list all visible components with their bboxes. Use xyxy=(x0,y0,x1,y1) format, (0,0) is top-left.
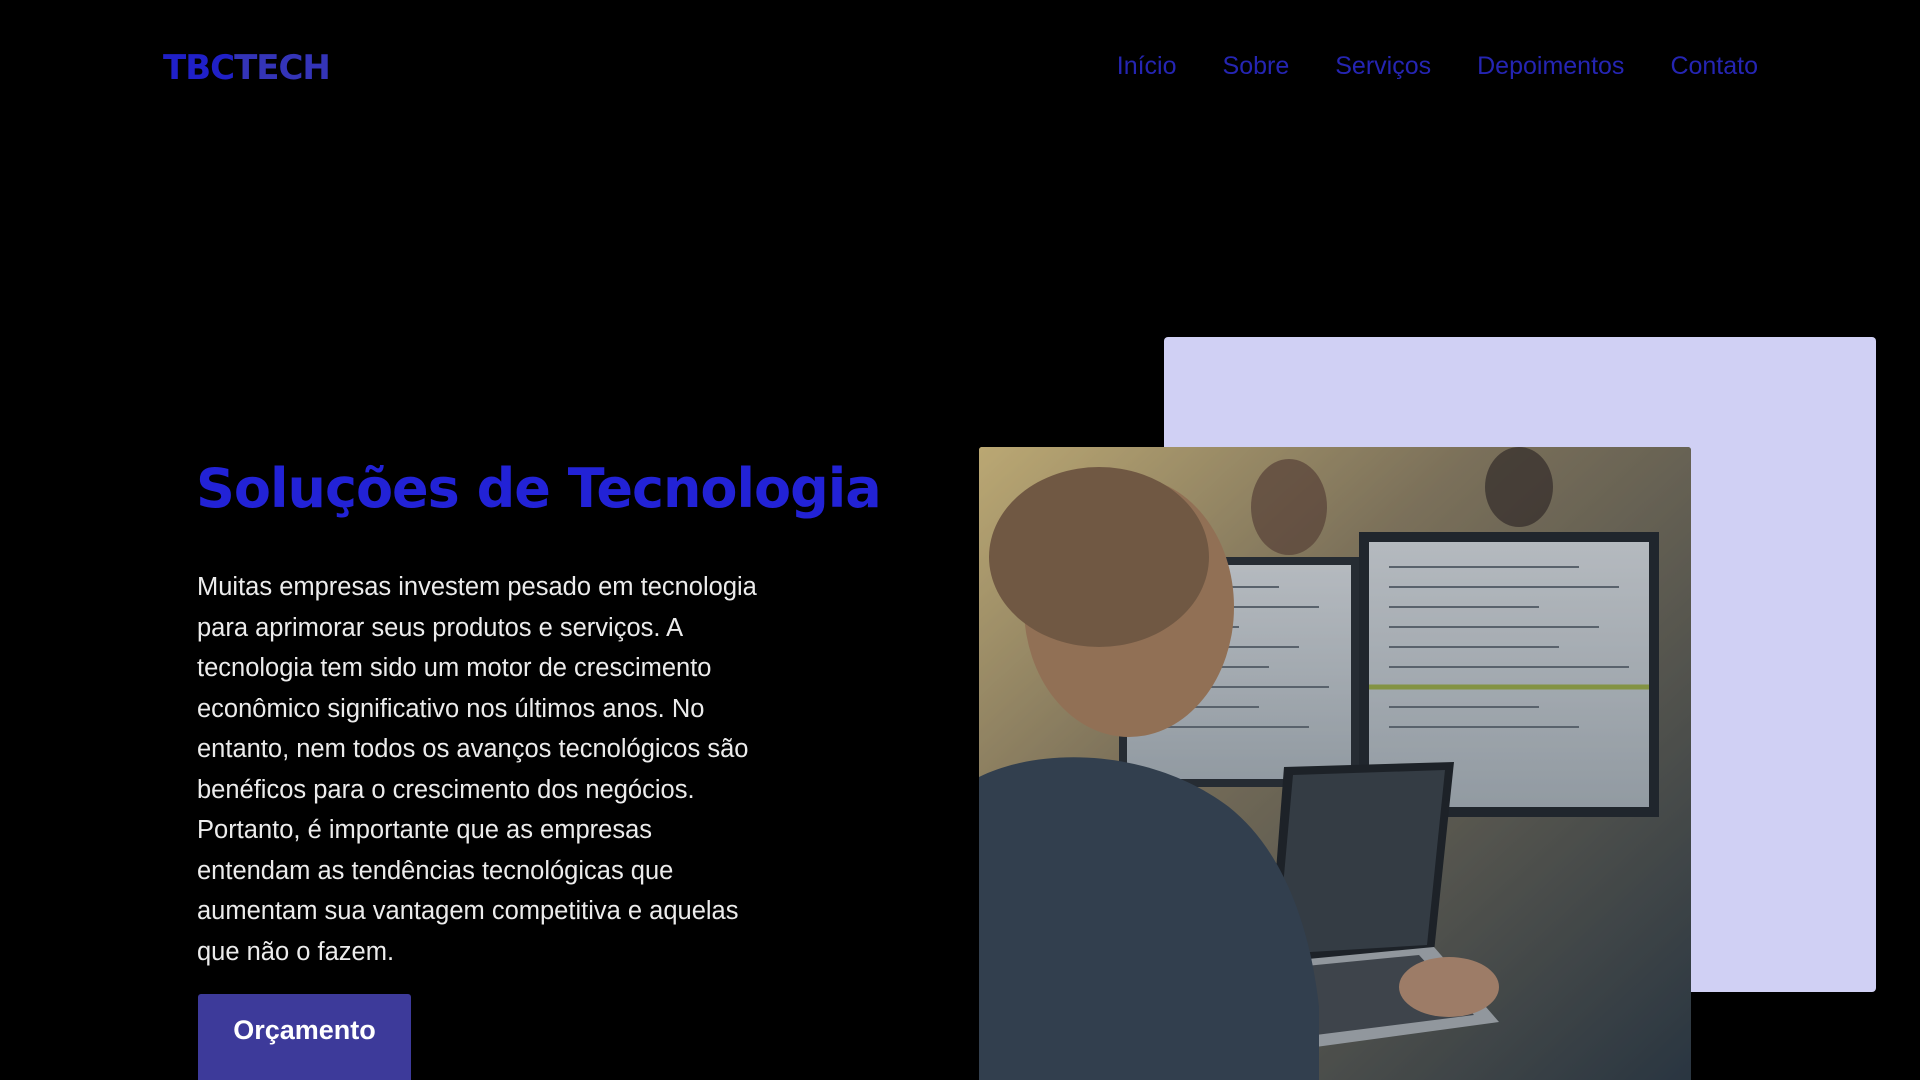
nav-sobre[interactable]: Sobre xyxy=(1223,52,1290,81)
nav-servicos[interactable]: Serviços xyxy=(1335,52,1431,81)
logo[interactable]: TBCTECH xyxy=(163,48,331,88)
orcamento-button[interactable]: Orçamento xyxy=(198,994,411,1080)
logo-part2: TECH xyxy=(234,48,331,88)
nav-contato[interactable]: Contato xyxy=(1670,52,1758,81)
hero-title: Soluções de Tecnologia xyxy=(196,457,882,520)
logo-part1: TBC xyxy=(163,48,235,88)
main-nav: Início Sobre Serviços Depoimentos Contat… xyxy=(1117,52,1758,81)
page: TBCTECH Início Sobre Serviços Depoimento… xyxy=(0,0,1920,1080)
hero-image xyxy=(979,447,1691,1080)
nav-inicio[interactable]: Início xyxy=(1117,52,1177,81)
hero-image-illustration xyxy=(979,447,1691,1080)
hero-paragraph: Muitas empresas investem pesado em tecno… xyxy=(197,573,757,966)
nav-depoimentos[interactable]: Depoimentos xyxy=(1477,52,1624,81)
